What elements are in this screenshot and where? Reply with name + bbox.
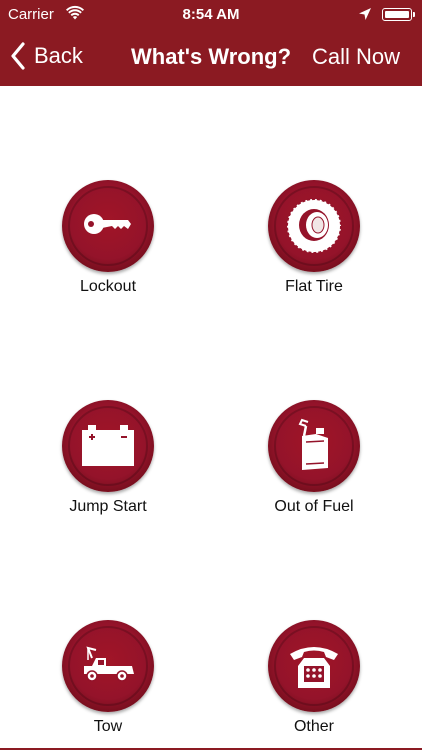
service-label: Other [293,718,334,735]
service-flat-tire[interactable]: Flat Tire [224,180,404,310]
service-out-of-fuel[interactable]: Out of Fuel [224,400,404,530]
top-bar: Carrier 8:54 AM Back What's Wrong? Call … [0,0,422,86]
flat-tire-button[interactable] [268,180,360,272]
tow-button[interactable] [62,620,154,712]
jump-start-button[interactable] [62,400,154,492]
navigation-bar: Back What's Wrong? Call Now [0,34,422,78]
tire-icon [286,198,342,254]
service-tow[interactable]: Tow [18,620,198,750]
lockout-button[interactable] [62,180,154,272]
status-bar: Carrier 8:54 AM [0,0,422,28]
key-icon [84,214,131,234]
service-lockout[interactable]: Lockout [18,180,198,310]
fuel-can-icon [298,418,328,470]
service-label: Out of Fuel [274,498,354,515]
service-other[interactable]: Other [224,620,404,750]
service-label: Tow [93,718,123,735]
location-arrow-icon [359,8,371,20]
service-jump-start[interactable]: Jump Start [18,400,198,530]
call-now-button[interactable]: Call Now [312,44,400,70]
service-label: Flat Tire [285,278,343,295]
tow-truck-icon [84,646,134,682]
service-label: Lockout [79,278,137,295]
other-button[interactable] [268,620,360,712]
battery-icon [82,425,134,466]
battery-icon [382,8,415,21]
out-of-fuel-button[interactable] [268,400,360,492]
telephone-icon [290,647,338,688]
service-label: Jump Start [69,498,147,515]
